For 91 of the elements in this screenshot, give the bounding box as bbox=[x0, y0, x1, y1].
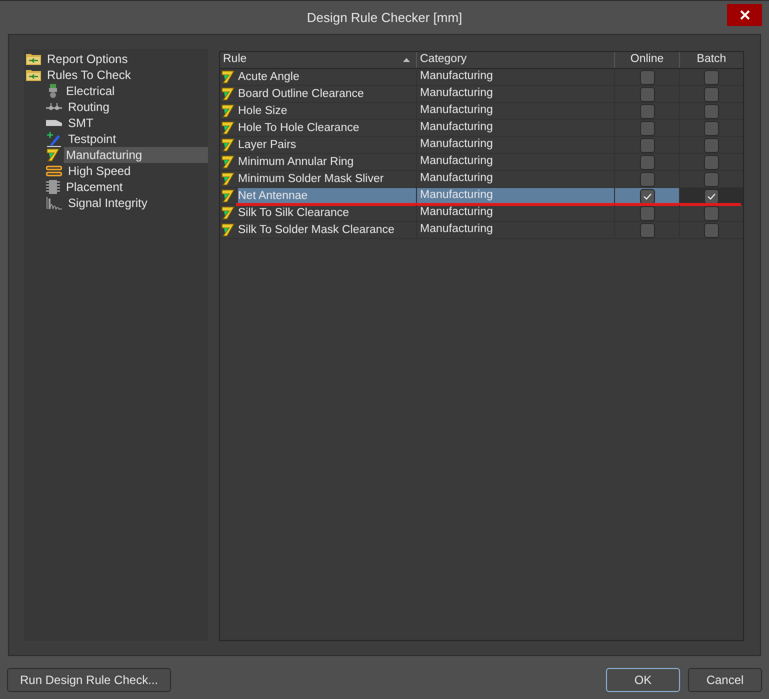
checkbox[interactable] bbox=[704, 206, 719, 220]
check-icon bbox=[642, 192, 652, 200]
tree-item[interactable]: Rules To Check bbox=[45, 67, 133, 83]
high-speed-icon bbox=[46, 165, 62, 177]
checkbox[interactable] bbox=[704, 70, 719, 84]
table-row[interactable]: Hole To Hole Clearance Manufacturing bbox=[220, 120, 743, 137]
table-cell: Manufacturing bbox=[417, 222, 615, 238]
table-row[interactable]: Silk To Silk Clearance Manufacturing bbox=[220, 205, 743, 222]
table-row[interactable]: Board Outline Clearance Manufacturing bbox=[220, 86, 743, 103]
close-icon bbox=[740, 10, 750, 20]
rule-icon bbox=[221, 70, 235, 84]
rule-icon bbox=[221, 138, 235, 152]
checkbox[interactable] bbox=[704, 154, 719, 170]
table-row[interactable]: Minimum Annular Ring Manufacturing bbox=[220, 154, 743, 171]
column-header[interactable]: Batch bbox=[680, 52, 743, 68]
table-cell: Manufacturing bbox=[417, 188, 615, 204]
sort-icon bbox=[403, 58, 410, 62]
checkbox[interactable] bbox=[640, 120, 654, 136]
tree-item[interactable]: Signal Integrity bbox=[66, 195, 150, 211]
rule-icon bbox=[221, 172, 235, 186]
rule-icon bbox=[221, 189, 235, 203]
checkbox[interactable] bbox=[704, 138, 719, 152]
rule-icon bbox=[221, 223, 235, 237]
checkbox[interactable] bbox=[704, 86, 719, 102]
table-cell: Manufacturing bbox=[417, 69, 615, 85]
run-check-button[interactable]: Run Design Rule Check... bbox=[7, 668, 172, 692]
checkbox[interactable] bbox=[640, 222, 654, 238]
checkbox[interactable] bbox=[704, 188, 719, 204]
rule-icon bbox=[221, 206, 235, 220]
ok-button[interactable]: OK bbox=[606, 668, 680, 692]
table-cell-text: Silk To Silk Clearance bbox=[238, 206, 350, 221]
checkbox[interactable] bbox=[640, 188, 654, 204]
tree-item[interactable]: High Speed bbox=[66, 163, 133, 179]
checkbox[interactable] bbox=[640, 138, 654, 152]
table-cell-text: Hole Size bbox=[238, 104, 288, 119]
checkbox[interactable] bbox=[640, 70, 654, 84]
table-cell-text: Minimum Solder Mask Sliver bbox=[238, 172, 385, 187]
plug-icon bbox=[46, 84, 60, 98]
close-button[interactable] bbox=[727, 4, 762, 26]
cancel-button[interactable]: Cancel bbox=[688, 668, 762, 692]
folder-icon bbox=[26, 69, 41, 81]
window-title: Design Rule Checker [mm] bbox=[306, 8, 462, 27]
column-header[interactable]: Online bbox=[615, 52, 680, 68]
checkbox[interactable] bbox=[704, 120, 719, 136]
table-cell-text: Hole To Hole Clearance bbox=[238, 121, 360, 136]
checkbox[interactable] bbox=[640, 104, 654, 118]
waveform-icon bbox=[46, 196, 62, 210]
table-cell: Net Antennae bbox=[238, 188, 416, 204]
rule-icon bbox=[221, 104, 235, 118]
table-cell-text: Layer Pairs bbox=[238, 138, 298, 153]
table-cell: Manufacturing bbox=[417, 120, 615, 136]
chip-icon bbox=[46, 180, 60, 194]
table-cell: Manufacturing bbox=[417, 205, 615, 221]
rule-icon bbox=[221, 121, 235, 135]
tree-item[interactable]: Manufacturing bbox=[64, 147, 208, 163]
checkbox[interactable] bbox=[640, 206, 654, 220]
tree-item[interactable]: SMT bbox=[66, 115, 96, 131]
folder-icon bbox=[26, 53, 41, 65]
tree-item[interactable]: Electrical bbox=[64, 83, 117, 99]
checkbox[interactable] bbox=[704, 104, 719, 118]
checkbox[interactable] bbox=[640, 172, 654, 186]
probe-icon bbox=[46, 131, 62, 147]
table-cell: Manufacturing bbox=[417, 103, 615, 119]
rule-icon bbox=[46, 148, 60, 162]
checkbox[interactable] bbox=[704, 222, 719, 238]
table-row[interactable]: Hole Size Manufacturing bbox=[220, 103, 743, 120]
table-cell-text: Silk To Solder Mask Clearance bbox=[238, 223, 396, 238]
table-cell-text: Acute Angle bbox=[238, 70, 300, 85]
column-header[interactable]: Rule bbox=[220, 52, 417, 68]
table-cell: Manufacturing bbox=[417, 154, 615, 170]
table-cell: Manufacturing bbox=[417, 171, 615, 187]
tree-item[interactable]: Report Options bbox=[45, 51, 130, 67]
table-cell: Manufacturing bbox=[417, 86, 615, 102]
table-cell-text: Board Outline Clearance bbox=[238, 87, 365, 102]
tree-item[interactable]: Placement bbox=[64, 179, 125, 195]
table-cell-text: Minimum Annular Ring bbox=[238, 155, 355, 170]
tree-item[interactable]: Routing bbox=[66, 99, 112, 115]
table-row[interactable]: Acute Angle Manufacturing bbox=[220, 69, 743, 86]
pad-icon bbox=[46, 118, 62, 128]
table-cell: Manufacturing bbox=[417, 137, 615, 153]
checkbox[interactable] bbox=[640, 86, 654, 102]
rule-icon bbox=[221, 87, 235, 101]
column-header[interactable]: Category bbox=[417, 52, 615, 68]
tree-item[interactable]: Testpoint bbox=[66, 131, 118, 147]
checkbox[interactable] bbox=[640, 154, 654, 170]
routing-icon bbox=[46, 101, 62, 113]
checkbox[interactable] bbox=[704, 172, 719, 186]
table-row[interactable]: Layer Pairs Manufacturing bbox=[220, 137, 743, 154]
rule-icon bbox=[221, 155, 235, 169]
check-icon bbox=[707, 192, 716, 200]
table-row[interactable]: Silk To Solder Mask Clearance Manufacturing bbox=[220, 222, 743, 239]
